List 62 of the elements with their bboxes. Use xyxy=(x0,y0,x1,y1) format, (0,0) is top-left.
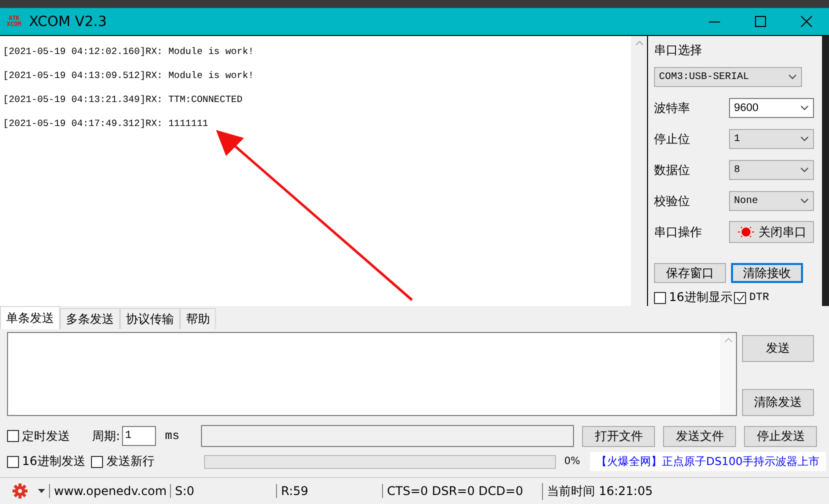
website-link[interactable]: www.openedv.com xyxy=(49,484,170,498)
received-count: R:59 xyxy=(276,484,382,498)
setting-select[interactable]: 8 xyxy=(729,160,814,180)
checkbox[interactable] xyxy=(654,292,666,304)
checkbox[interactable] xyxy=(7,456,19,468)
log-line: [2021-05-19 04:13:21.349]RX: TTM:CONNECTED xyxy=(3,93,244,106)
checkbox-label: 定时发送 xyxy=(22,428,71,444)
maximize-icon xyxy=(754,16,766,27)
unit-label: ms xyxy=(165,429,180,443)
setting-label: 校验位 xyxy=(654,192,690,210)
log-line: [2021-05-19 04:13:09.512]RX: Module is work! xyxy=(3,69,255,82)
file-path-field[interactable] xyxy=(201,425,574,447)
tab[interactable]: 帮助 xyxy=(180,308,216,329)
setting-select[interactable]: 9600 xyxy=(729,98,814,118)
sent-count: S:0 xyxy=(170,484,276,498)
setting-select[interactable]: None xyxy=(729,191,814,211)
file-button[interactable]: 打开文件 xyxy=(582,426,656,446)
period-field[interactable]: 1 xyxy=(122,426,156,446)
chevron-icon xyxy=(800,198,809,204)
dropdown-icon[interactable] xyxy=(38,489,45,493)
period-label: 周期: xyxy=(92,428,120,444)
file-button[interactable]: 停止发送 xyxy=(744,426,818,446)
setting-label: 串口选择 xyxy=(654,42,703,59)
gear-icon[interactable] xyxy=(12,483,28,499)
tab[interactable]: 单条发送 xyxy=(0,306,60,329)
checkbox[interactable] xyxy=(7,430,19,442)
port-select[interactable]: COM3:USB-SERIAL xyxy=(654,67,802,87)
setting-label: 串口操作 xyxy=(654,224,702,240)
file-button[interactable]: 发送文件 xyxy=(663,426,736,446)
log-line: [2021-05-19 04:12:02.160]RX: Module is work! xyxy=(3,45,255,58)
setting-label: 波特率 xyxy=(654,100,690,116)
send-field[interactable] xyxy=(7,332,737,416)
setting-label: 数据位 xyxy=(654,162,690,178)
tab[interactable]: 多条发送 xyxy=(60,308,120,329)
log-line: [2021-05-19 04:17:49.312]RX: 1111111 xyxy=(3,117,210,130)
panel-button[interactable]: 清除接收 xyxy=(731,263,803,283)
setting-select[interactable]: 1 xyxy=(729,129,814,149)
line-status: CTS=0 DSR=0 DCD=0 xyxy=(382,484,542,498)
ad-link[interactable]: 【火爆全网】正点原子DS100手持示波器上市 xyxy=(590,452,826,471)
tab[interactable]: 协议传输 xyxy=(120,308,180,329)
checkbox[interactable] xyxy=(91,456,104,468)
checkbox-label: 16进制发送 xyxy=(22,453,86,470)
receive-area[interactable]: [2021-05-19 04:12:02.160]RX: Module is work! [2021-05-19 04:13:09.512]RX: Module is work! [2021-05-19 04:13:21.349]RX: TTM:CONNECTED [2021-05-19 04:17:49.312]RX: 1111111 xyxy=(0,36,648,306)
panel-button[interactable]: 保存窗口 xyxy=(654,263,726,283)
scrollbar[interactable] xyxy=(631,36,647,306)
close-port-button[interactable]: 关闭串口 xyxy=(729,221,814,243)
progress-reading: 0% xyxy=(564,456,580,467)
checkbox-label: DTR xyxy=(749,292,770,304)
window-title: XCOM V2.3 xyxy=(29,14,108,30)
current-time: 当前时间 16:21:05 xyxy=(542,482,662,500)
chevron-icon xyxy=(800,136,809,142)
chevron-icon xyxy=(788,74,797,80)
chevron-icon xyxy=(800,105,809,111)
chevron-icon xyxy=(800,167,809,173)
setting-label: 停止位 xyxy=(654,130,690,148)
close-icon xyxy=(800,16,812,27)
checkbox[interactable] xyxy=(734,292,746,304)
send-button[interactable]: 清除发送 xyxy=(742,389,814,416)
checkbox-label: 发送新行 xyxy=(106,453,154,470)
checkbox-label: 16进制显示 xyxy=(669,289,732,306)
minimize-icon xyxy=(708,20,720,22)
send-button[interactable]: 发送 xyxy=(742,335,814,362)
